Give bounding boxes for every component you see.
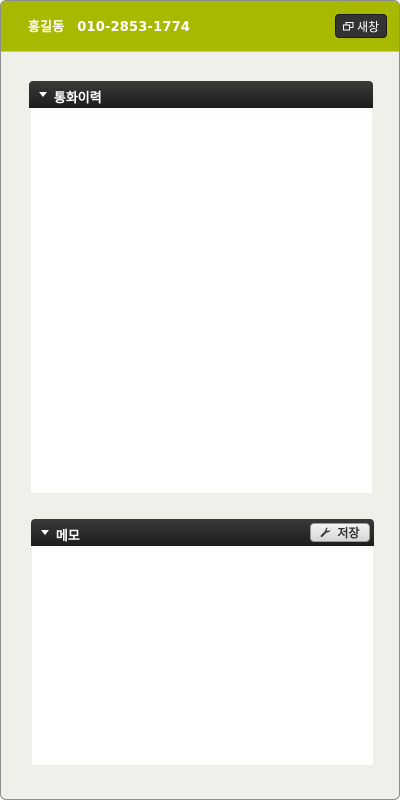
memo-header[interactable]: 메모 저장 bbox=[31, 519, 374, 546]
memo-textarea[interactable] bbox=[32, 546, 373, 765]
new-window-icon bbox=[342, 21, 354, 30]
save-label: 저장 bbox=[337, 526, 360, 540]
new-window-label: 새창 bbox=[356, 19, 380, 34]
window-frame: 홍길동 010-2853-1774 새창 통화이력 메모 저장 bbox=[0, 0, 400, 800]
memo-title: 메모 bbox=[56, 529, 80, 544]
triangle-down-icon bbox=[41, 530, 49, 535]
contact-header: 홍길동 010-2853-1774 새창 bbox=[1, 1, 399, 52]
contact-name: 홍길동 bbox=[28, 20, 65, 35]
call-history-title: 통화이력 bbox=[54, 91, 102, 106]
contact-phone: 010-2853-1774 bbox=[77, 20, 191, 35]
save-button[interactable]: 저장 bbox=[310, 523, 370, 542]
contact-info: 홍길동 010-2853-1774 bbox=[28, 16, 190, 35]
call-history-header[interactable]: 통화이력 bbox=[29, 81, 373, 108]
wrench-icon bbox=[321, 527, 331, 538]
new-window-button[interactable]: 새창 bbox=[335, 14, 387, 38]
call-history-list bbox=[31, 108, 372, 493]
triangle-down-icon bbox=[39, 92, 47, 97]
